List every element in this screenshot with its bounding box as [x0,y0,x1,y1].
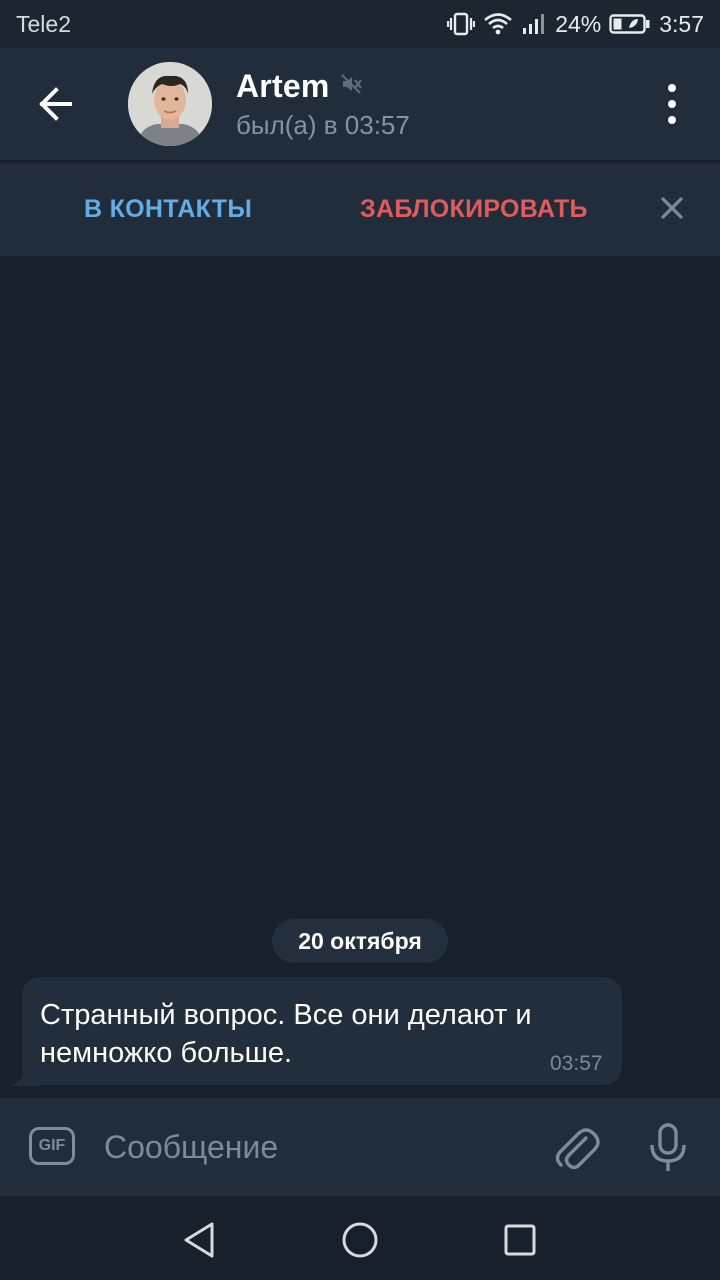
more-options-button[interactable] [650,78,694,130]
clock: 3:57 [659,10,704,37]
contact-name[interactable]: Artem [236,68,329,105]
nav-home-button[interactable] [338,1218,382,1262]
battery-percent: 24% [555,10,602,37]
close-action-bar-button[interactable] [656,192,688,224]
battery-icon [609,12,651,36]
date-separator: 20 октября [272,919,448,963]
system-navigation-bar [0,1196,720,1280]
status-bar: Tele2 24% 3:57 [0,0,720,48]
nav-recents-button[interactable] [498,1218,542,1262]
gif-button[interactable]: GIF [29,1127,75,1165]
last-seen-status: был(а) в 03:57 [236,110,410,140]
avatar[interactable] [128,62,212,146]
add-to-contacts-button[interactable]: В КОНТАКТЫ [84,195,252,224]
block-user-button[interactable]: ЗАБЛОКИРОВАТЬ [360,195,588,224]
message-input[interactable] [104,1122,524,1172]
message-text: Странный вопрос. Все они делают и немнож… [40,999,532,1069]
close-icon [660,196,684,220]
action-bar: В КОНТАКТЫ ЗАБЛОКИРОВАТЬ [0,162,720,257]
attach-button[interactable] [552,1122,600,1174]
circle-home-icon [342,1222,378,1258]
composer-bar: GIF [0,1098,720,1196]
carrier-label: Tele2 [16,11,71,37]
message-time: 03:57 [550,1052,603,1075]
message-list[interactable]: 20 октября Странный вопрос. Все они дела… [0,256,720,1098]
square-recents-icon [504,1224,536,1256]
dot-icon [668,84,676,92]
triangle-back-icon [184,1222,214,1258]
microphone-button[interactable] [646,1122,690,1174]
paperclip-icon [555,1128,600,1170]
vibrate-icon [447,11,476,37]
back-button[interactable] [28,82,84,126]
arrow-left-icon [39,87,72,121]
nav-back-button[interactable] [178,1218,222,1262]
status-indicators: 24% 3:57 [447,8,704,40]
title-row: Artem [236,68,363,105]
microphone-icon [650,1123,686,1171]
signal-icon [521,12,547,36]
chat-header: Artem был(а) в 03:57 [0,48,720,160]
wifi-icon [483,11,513,37]
dot-icon [668,100,676,108]
dot-icon [668,116,676,124]
muted-icon [339,72,363,101]
